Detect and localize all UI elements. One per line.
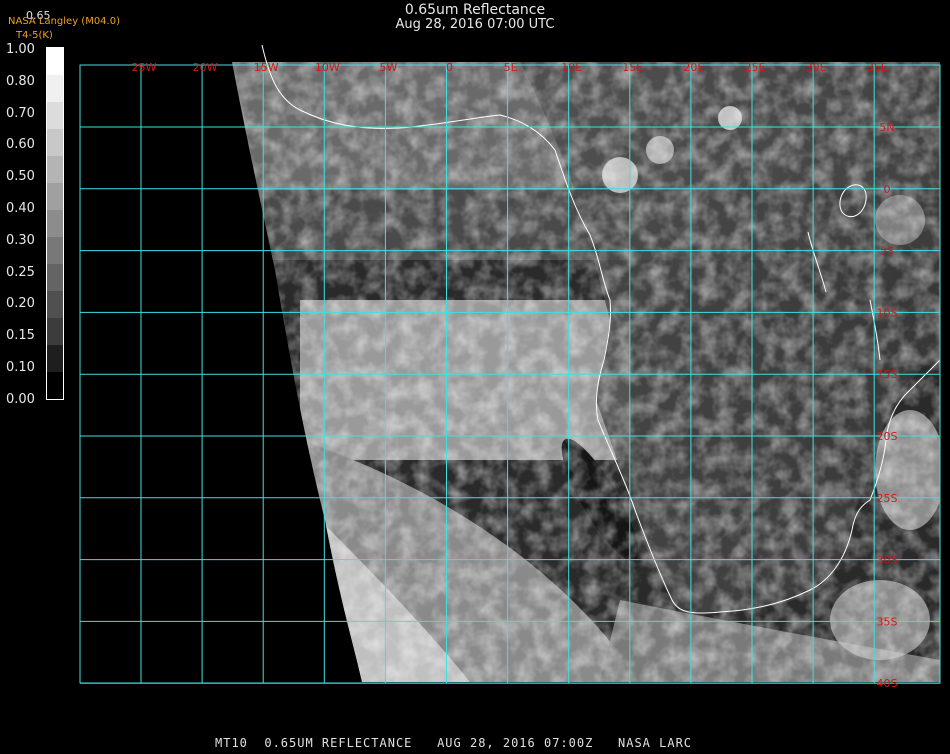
longitude-label: 20E [683, 61, 704, 74]
satellite-map: 25W 20W 15W 10W 5W 0 5E 10E 15E 20E 25E 30E 35E 5N 0 5S… [0, 0, 950, 750]
longitude-label: 15E [622, 61, 643, 74]
producer-credit: NASA Langley (M04.0) [8, 16, 120, 27]
footer-caption: MT10 0.65UM REFLECTANCE AUG 28, 2016 07:… [215, 736, 693, 750]
colorbar-tick-label: 0.70 [6, 105, 35, 121]
colorbar-step [47, 156, 63, 183]
reflectance-colorbar [46, 47, 64, 400]
map-svg: 25W 20W 15W 10W 5W 0 5E 10E 15E 20E 25E 30E 35E 5N 0 5S… [79, 44, 941, 690]
colorbar-tick-label: 0.50 [6, 169, 35, 185]
longitude-label: 5W [379, 61, 397, 74]
product-code: T4-5(K) [16, 30, 53, 41]
colorbar-tick-label: 0.10 [6, 360, 35, 375]
latitude-label: 25S [877, 492, 898, 505]
map-timestamp: Aug 28, 2016 07:00 UTC [395, 17, 555, 32]
colorbar-step [47, 210, 63, 237]
colorbar-tick-label: 0.30 [6, 232, 35, 248]
colorbar-step [47, 318, 63, 345]
map-title: 0.65um Reflectance [404, 2, 546, 18]
latitude-label: 30S [877, 554, 898, 567]
longitude-label: 10W [315, 61, 340, 74]
longitude-label: 15W [254, 61, 279, 74]
colorbar-tick-label: 0.15 [6, 328, 35, 344]
latitude-label: 40S [877, 677, 898, 690]
longitude-label: 10E [561, 61, 582, 74]
longitude-label: 35E [867, 61, 888, 74]
colorbar-step [47, 48, 63, 75]
latitude-label: 5S [880, 245, 894, 258]
earth-disk [232, 44, 941, 682]
cloud-texture [232, 62, 940, 682]
longitude-label: 25W [132, 61, 157, 74]
latitude-label: 5N [879, 121, 894, 134]
latitude-label: 10S [877, 306, 898, 319]
colorbar-step [47, 345, 63, 372]
colorbar-step [47, 291, 63, 318]
colorbar-tick-label: 0.25 [6, 264, 35, 280]
colorbar-step [47, 129, 63, 156]
latitude-label: 15S [877, 368, 898, 381]
colorbar-step [47, 75, 63, 102]
colorbar-tick-label: 0.80 [6, 73, 35, 89]
longitude-label: 20W [193, 61, 218, 74]
latitude-label: 0 [884, 183, 891, 196]
longitude-label: 0 [446, 61, 453, 74]
latitude-label: 35S [877, 615, 898, 628]
longitude-label: 30E [806, 61, 827, 74]
colorbar-tick-label: 0.40 [6, 201, 35, 216]
latitude-label: 20S [877, 430, 898, 443]
colorbar-tick-label: 1.00 [6, 42, 35, 57]
colorbar-step [47, 372, 63, 399]
colorbar-step [47, 264, 63, 291]
colorbar-tick-label: 0.20 [6, 296, 35, 312]
longitude-label: 5E [504, 61, 518, 74]
colorbar-tick-label: 0.60 [6, 137, 35, 153]
colorbar-tick-label: 0.00 [6, 391, 35, 407]
colorbar-step [47, 183, 63, 210]
colorbar-step [47, 237, 63, 264]
longitude-label: 25E [745, 61, 766, 74]
colorbar-step [47, 102, 63, 129]
